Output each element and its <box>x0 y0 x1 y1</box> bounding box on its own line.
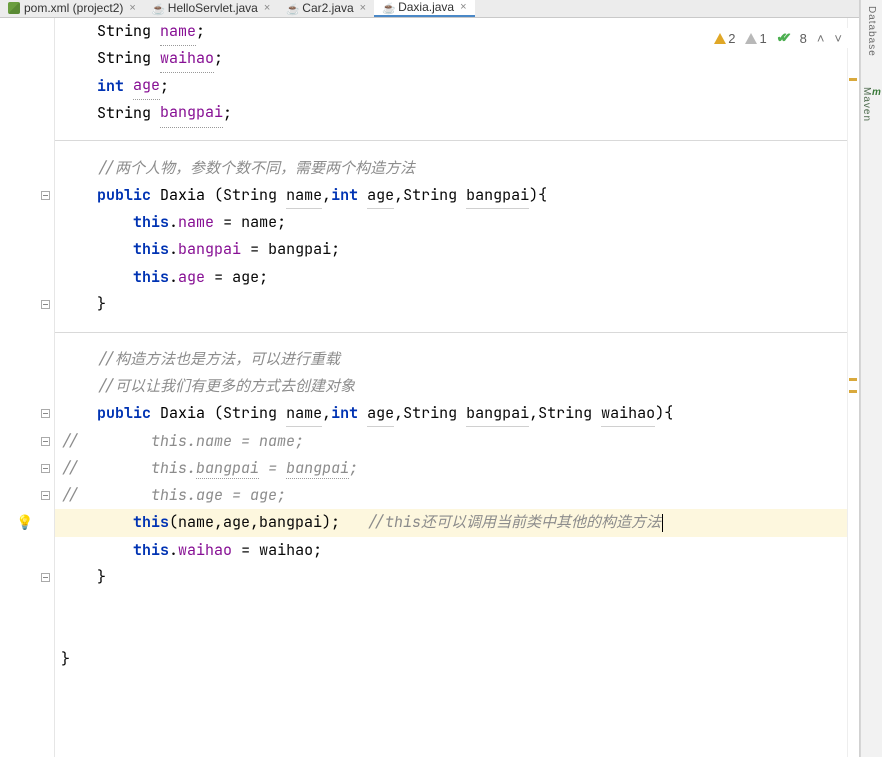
warning-marker[interactable] <box>849 378 857 381</box>
tab-car2[interactable]: Car2.java × <box>278 0 374 17</box>
tab-pom-xml[interactable]: pom.xml (project2) × <box>0 0 144 17</box>
chevron-down-icon[interactable]: ˅ <box>834 31 842 46</box>
fold-icon[interactable] <box>41 491 50 500</box>
fold-icon[interactable] <box>41 437 50 446</box>
java-file-icon <box>286 2 298 14</box>
warning-marker[interactable] <box>849 390 857 393</box>
inspection-widget[interactable]: 2 1 8 ˄ ˅ <box>708 28 848 48</box>
ok-count[interactable]: 8 <box>777 30 807 46</box>
java-file-icon <box>382 1 394 13</box>
weak-warning-count[interactable]: 1 <box>745 31 766 46</box>
editor-gutter[interactable]: 💡 <box>0 18 55 757</box>
maven-tool-button[interactable]: mMaven <box>861 87 882 122</box>
warning-count[interactable]: 2 <box>714 31 735 46</box>
error-marker-strip[interactable] <box>847 18 859 757</box>
tab-label: Car2.java <box>302 1 353 15</box>
close-icon[interactable]: × <box>129 2 135 14</box>
java-file-icon <box>152 2 164 14</box>
close-icon[interactable]: × <box>264 2 270 14</box>
warning-marker[interactable] <box>849 78 857 81</box>
weak-warning-icon <box>745 33 757 44</box>
tab-daxia[interactable]: Daxia.java × <box>374 0 474 17</box>
warning-icon <box>714 33 726 44</box>
fold-icon[interactable] <box>41 464 50 473</box>
tab-helloservlet[interactable]: HelloServlet.java × <box>144 0 278 17</box>
fold-icon[interactable] <box>41 409 50 418</box>
tab-label: pom.xml (project2) <box>24 1 123 15</box>
database-tool-button[interactable]: Database <box>866 6 877 57</box>
tab-label: HelloServlet.java <box>168 1 258 15</box>
xml-file-icon <box>8 2 20 14</box>
tab-label: Daxia.java <box>398 0 454 14</box>
close-icon[interactable]: × <box>460 1 466 13</box>
editor-tab-bar: pom.xml (project2) × HelloServlet.java ×… <box>0 0 859 18</box>
right-tool-strip: Database mMaven <box>860 0 882 757</box>
fold-icon[interactable] <box>41 191 50 200</box>
close-icon[interactable]: × <box>360 2 366 14</box>
chevron-up-icon[interactable]: ˄ <box>817 31 825 46</box>
text-caret <box>662 514 663 532</box>
intention-bulb-icon[interactable]: 💡 <box>16 514 33 532</box>
fold-icon[interactable] <box>41 300 50 309</box>
double-check-icon <box>777 30 788 46</box>
code-content[interactable]: String name; String waihao; int age; Str… <box>55 18 847 757</box>
code-editor[interactable]: 💡 String name; String waihao; int age; S… <box>0 18 859 757</box>
fold-icon[interactable] <box>41 573 50 582</box>
